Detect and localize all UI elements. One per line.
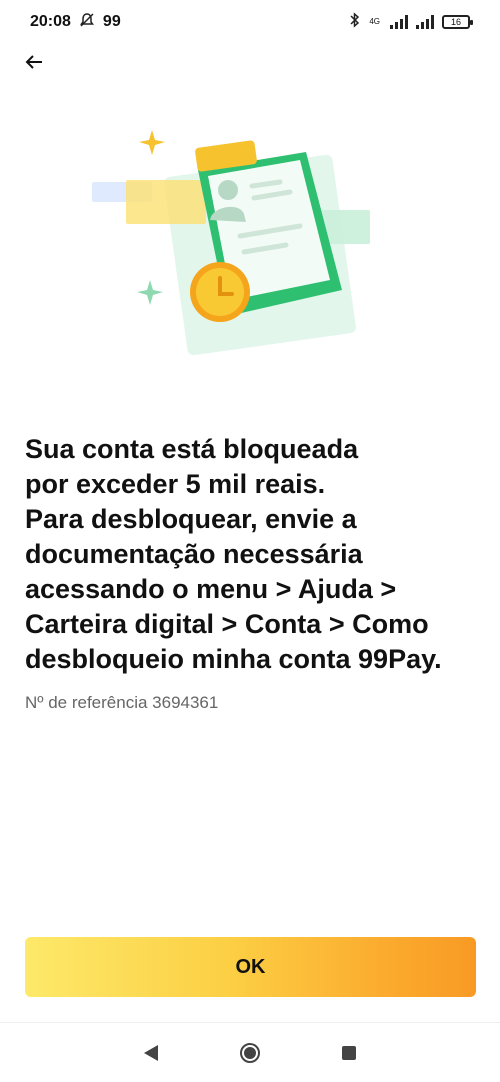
status-time: 20:08	[30, 13, 71, 30]
status-left: 20:08 99	[30, 12, 121, 33]
system-nav-bar	[0, 1022, 500, 1082]
blocked-account-message: Sua conta está bloqueada por exceder 5 m…	[25, 434, 442, 674]
muted-bell-icon	[79, 12, 95, 33]
reference-number: Nº de referência 3694361	[25, 693, 219, 712]
network-type: 4G	[369, 17, 380, 26]
battery-level: 16	[450, 17, 461, 27]
bluetooth-icon	[349, 11, 361, 33]
status-bar: 20:08 99 4G 16	[0, 0, 500, 44]
nav-back-icon[interactable]	[144, 1044, 158, 1061]
back-button[interactable]	[18, 48, 50, 80]
signal-icon-1	[390, 15, 408, 29]
battery-icon: 16	[442, 15, 473, 29]
ok-button[interactable]: OK	[25, 937, 476, 997]
back-arrow-icon	[24, 54, 44, 75]
document-clock-illustration	[90, 120, 390, 360]
nav-recents-icon[interactable]	[342, 1045, 356, 1060]
notification-count: 99	[102, 13, 121, 30]
status-right: 4G 16	[349, 11, 473, 33]
signal-icon-2	[416, 15, 434, 29]
nav-home-icon[interactable]	[240, 1042, 260, 1063]
